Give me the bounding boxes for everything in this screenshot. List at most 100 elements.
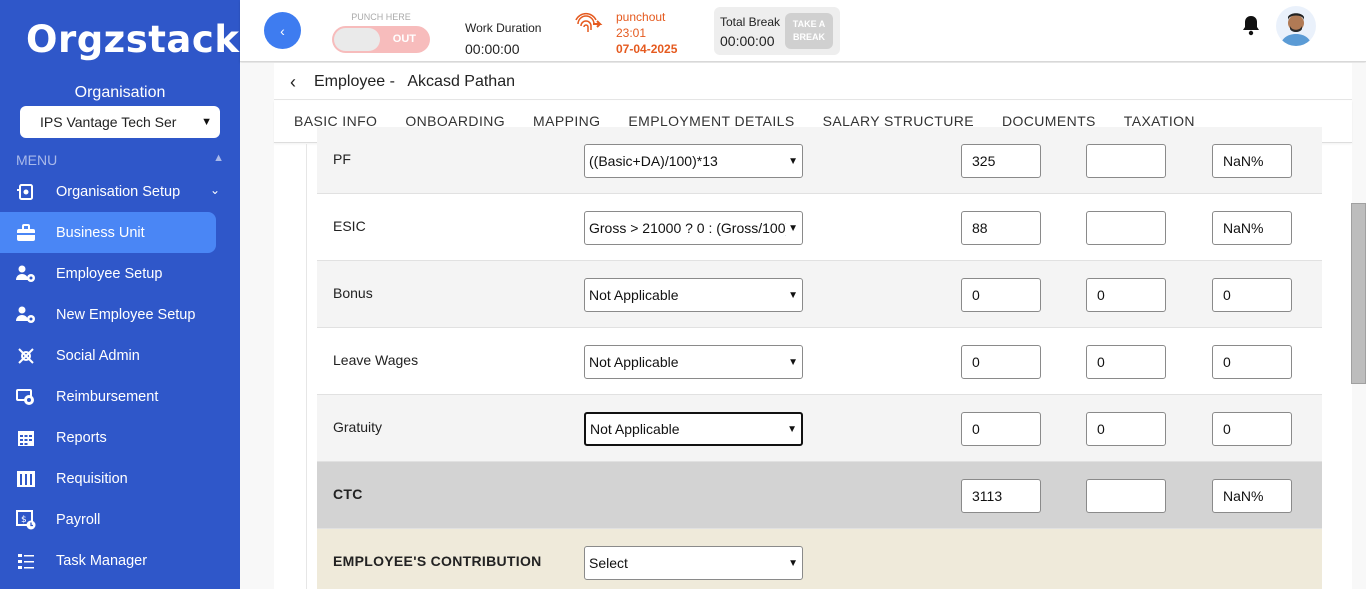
- amount-field[interactable]: 3113: [961, 479, 1041, 513]
- sidebar-item-label: Task Manager: [56, 552, 148, 569]
- salary-structure-table: PF ((Basic+DA)/100)*13 ▼ 325 NaN% ESIC Gr…: [306, 127, 1322, 589]
- take-break-label-line2: BREAK: [792, 32, 825, 42]
- row-label: Bonus: [333, 285, 373, 301]
- total-break-value: 00:00:00: [720, 33, 775, 49]
- formula-select[interactable]: Not Applicable ▼: [584, 278, 803, 312]
- sidebar-item-label: Payroll: [56, 511, 101, 528]
- sidebar-item-new-employee-setup[interactable]: New Employee Setup: [0, 294, 240, 335]
- collapse-sidebar-button[interactable]: ‹: [264, 12, 301, 49]
- table-row-employee-contribution: EMPLOYEE'S CONTRIBUTION Select ▼: [317, 529, 1322, 589]
- formula-select[interactable]: Not Applicable ▼: [584, 345, 803, 379]
- percent-field[interactable]: 0: [1212, 278, 1292, 312]
- percent-field[interactable]: 0: [1212, 345, 1292, 379]
- reimbursement-icon: [16, 387, 36, 407]
- payroll-icon: $: [16, 509, 36, 530]
- work-duration-label: Work Duration: [465, 21, 542, 35]
- row-label: EMPLOYEE'S CONTRIBUTION: [333, 553, 542, 569]
- contribution-select[interactable]: Select ▼: [584, 546, 803, 580]
- user-avatar[interactable]: [1276, 6, 1316, 46]
- formula-select-value: ((Basic+DA)/100)*13: [589, 153, 718, 169]
- chevron-left-icon[interactable]: ‹: [290, 72, 296, 93]
- formula-select-value: Gross > 21000 ? 0 : (Gross/100): [589, 220, 787, 236]
- formula-select-value: Not Applicable: [590, 421, 680, 437]
- percent-field[interactable]: 0: [1212, 412, 1292, 446]
- requisition-icon: [16, 469, 36, 489]
- sidebar-item-business-unit[interactable]: Business Unit: [0, 212, 216, 253]
- sidebar-item-reimbursement[interactable]: Reimbursement: [0, 376, 240, 417]
- value-field[interactable]: [1086, 479, 1166, 513]
- chevron-down-icon: ▼: [788, 155, 798, 167]
- sidebar-item-requisition[interactable]: Requisition: [0, 458, 240, 499]
- formula-select[interactable]: Not Applicable ▼: [584, 412, 803, 446]
- formula-select[interactable]: ((Basic+DA)/100)*13 ▼: [584, 144, 803, 178]
- percent-field[interactable]: NaN%: [1212, 144, 1292, 178]
- value-field[interactable]: 0: [1086, 345, 1166, 379]
- table-row: ESIC Gross > 21000 ? 0 : (Gross/100) ▼ 88…: [317, 194, 1322, 261]
- formula-select[interactable]: Gross > 21000 ? 0 : (Gross/100) ▼: [584, 211, 803, 245]
- sidebar-item-task-manager[interactable]: Task Manager: [0, 540, 240, 581]
- sidebar-item-label: Requisition: [56, 470, 128, 487]
- chevron-down-icon: ▼: [788, 557, 798, 569]
- users-gear-icon: [16, 264, 36, 284]
- chevron-down-icon: ⌄: [209, 183, 220, 197]
- punch-toggle[interactable]: OUT: [332, 26, 430, 53]
- sidebar: Orgzstack Organisation IPS Vantage Tech …: [0, 0, 240, 589]
- page-title-bar: ‹ Employee - Akcasd Pathan: [274, 63, 1352, 100]
- menu-header[interactable]: MENU ▲: [16, 152, 224, 168]
- amount-field[interactable]: 0: [961, 345, 1041, 379]
- punchout-time: 23:01: [616, 26, 647, 40]
- value-field[interactable]: [1086, 211, 1166, 245]
- notification-bell-icon[interactable]: [1241, 14, 1261, 36]
- table-row: Bonus Not Applicable ▼ 0 0 0: [317, 261, 1322, 328]
- app-logo: Orgzstack: [26, 18, 240, 61]
- total-break-label: Total Break: [720, 15, 781, 29]
- sidebar-item-social-admin[interactable]: Social Admin: [0, 335, 240, 376]
- sidebar-item-label: Social Admin: [56, 347, 140, 364]
- sidebar-item-label: Reports: [56, 429, 107, 446]
- org-setup-icon: [16, 182, 36, 202]
- row-label: PF: [333, 151, 351, 167]
- punchout-label: punchout: [616, 10, 666, 24]
- percent-field[interactable]: NaN%: [1212, 479, 1292, 513]
- amount-field[interactable]: 88: [961, 211, 1041, 245]
- value-field[interactable]: 0: [1086, 412, 1166, 446]
- amount-field[interactable]: 325: [961, 144, 1041, 178]
- sidebar-item-organisation-setup[interactable]: Organisation Setup ⌄: [0, 171, 240, 212]
- row-label: Leave Wages: [333, 352, 419, 368]
- main-content: ‹ Employee - Akcasd Pathan BASIC INFO ON…: [240, 63, 1366, 589]
- employee-card: ‹ Employee - Akcasd Pathan BASIC INFO ON…: [274, 63, 1352, 589]
- value-field[interactable]: [1086, 144, 1166, 178]
- sidebar-item-label: Organisation Setup: [56, 183, 181, 200]
- sidebar-menu: Organisation Setup ⌄ Business Unit Emplo…: [0, 171, 240, 581]
- fingerprint-icon: [575, 12, 603, 36]
- amount-field[interactable]: 0: [961, 412, 1041, 446]
- amount-field[interactable]: 0: [961, 278, 1041, 312]
- svg-text:$: $: [21, 515, 27, 525]
- table-row: Gratuity Not Applicable ▼ 0 0 0: [317, 395, 1322, 462]
- toggle-knob: [334, 28, 380, 51]
- sidebar-item-label: New Employee Setup: [56, 306, 196, 323]
- sidebar-item-payroll[interactable]: $ Payroll: [0, 499, 240, 540]
- page-scrollbar[interactable]: [1351, 203, 1366, 384]
- page-title: Employee - Akcasd Pathan: [314, 73, 515, 91]
- chevron-down-icon: ▼: [201, 116, 212, 128]
- row-label: Gratuity: [333, 419, 383, 435]
- chevron-left-icon: ‹: [280, 22, 285, 39]
- percent-field[interactable]: NaN%: [1212, 211, 1292, 245]
- organisation-select[interactable]: IPS Vantage Tech Ser ▼: [20, 106, 220, 138]
- briefcase-icon: [16, 223, 36, 243]
- take-break-label-line1: TAKE A: [792, 19, 826, 29]
- sidebar-item-employee-setup[interactable]: Employee Setup: [0, 253, 240, 294]
- table-row: PF ((Basic+DA)/100)*13 ▼ 325 NaN%: [317, 127, 1322, 194]
- punchout-date: 07-04-2025: [616, 42, 678, 56]
- chevron-down-icon: ▼: [787, 423, 797, 435]
- social-icon: [16, 346, 36, 366]
- menu-title: MENU: [16, 152, 58, 168]
- take-break-button[interactable]: TAKE A BREAK: [785, 13, 833, 49]
- sidebar-item-label: Business Unit: [56, 224, 145, 241]
- organisation-label: Organisation: [74, 84, 166, 101]
- chevron-down-icon: ▼: [788, 289, 798, 301]
- formula-select-value: Not Applicable: [589, 354, 679, 370]
- value-field[interactable]: 0: [1086, 278, 1166, 312]
- sidebar-item-reports[interactable]: Reports: [0, 417, 240, 458]
